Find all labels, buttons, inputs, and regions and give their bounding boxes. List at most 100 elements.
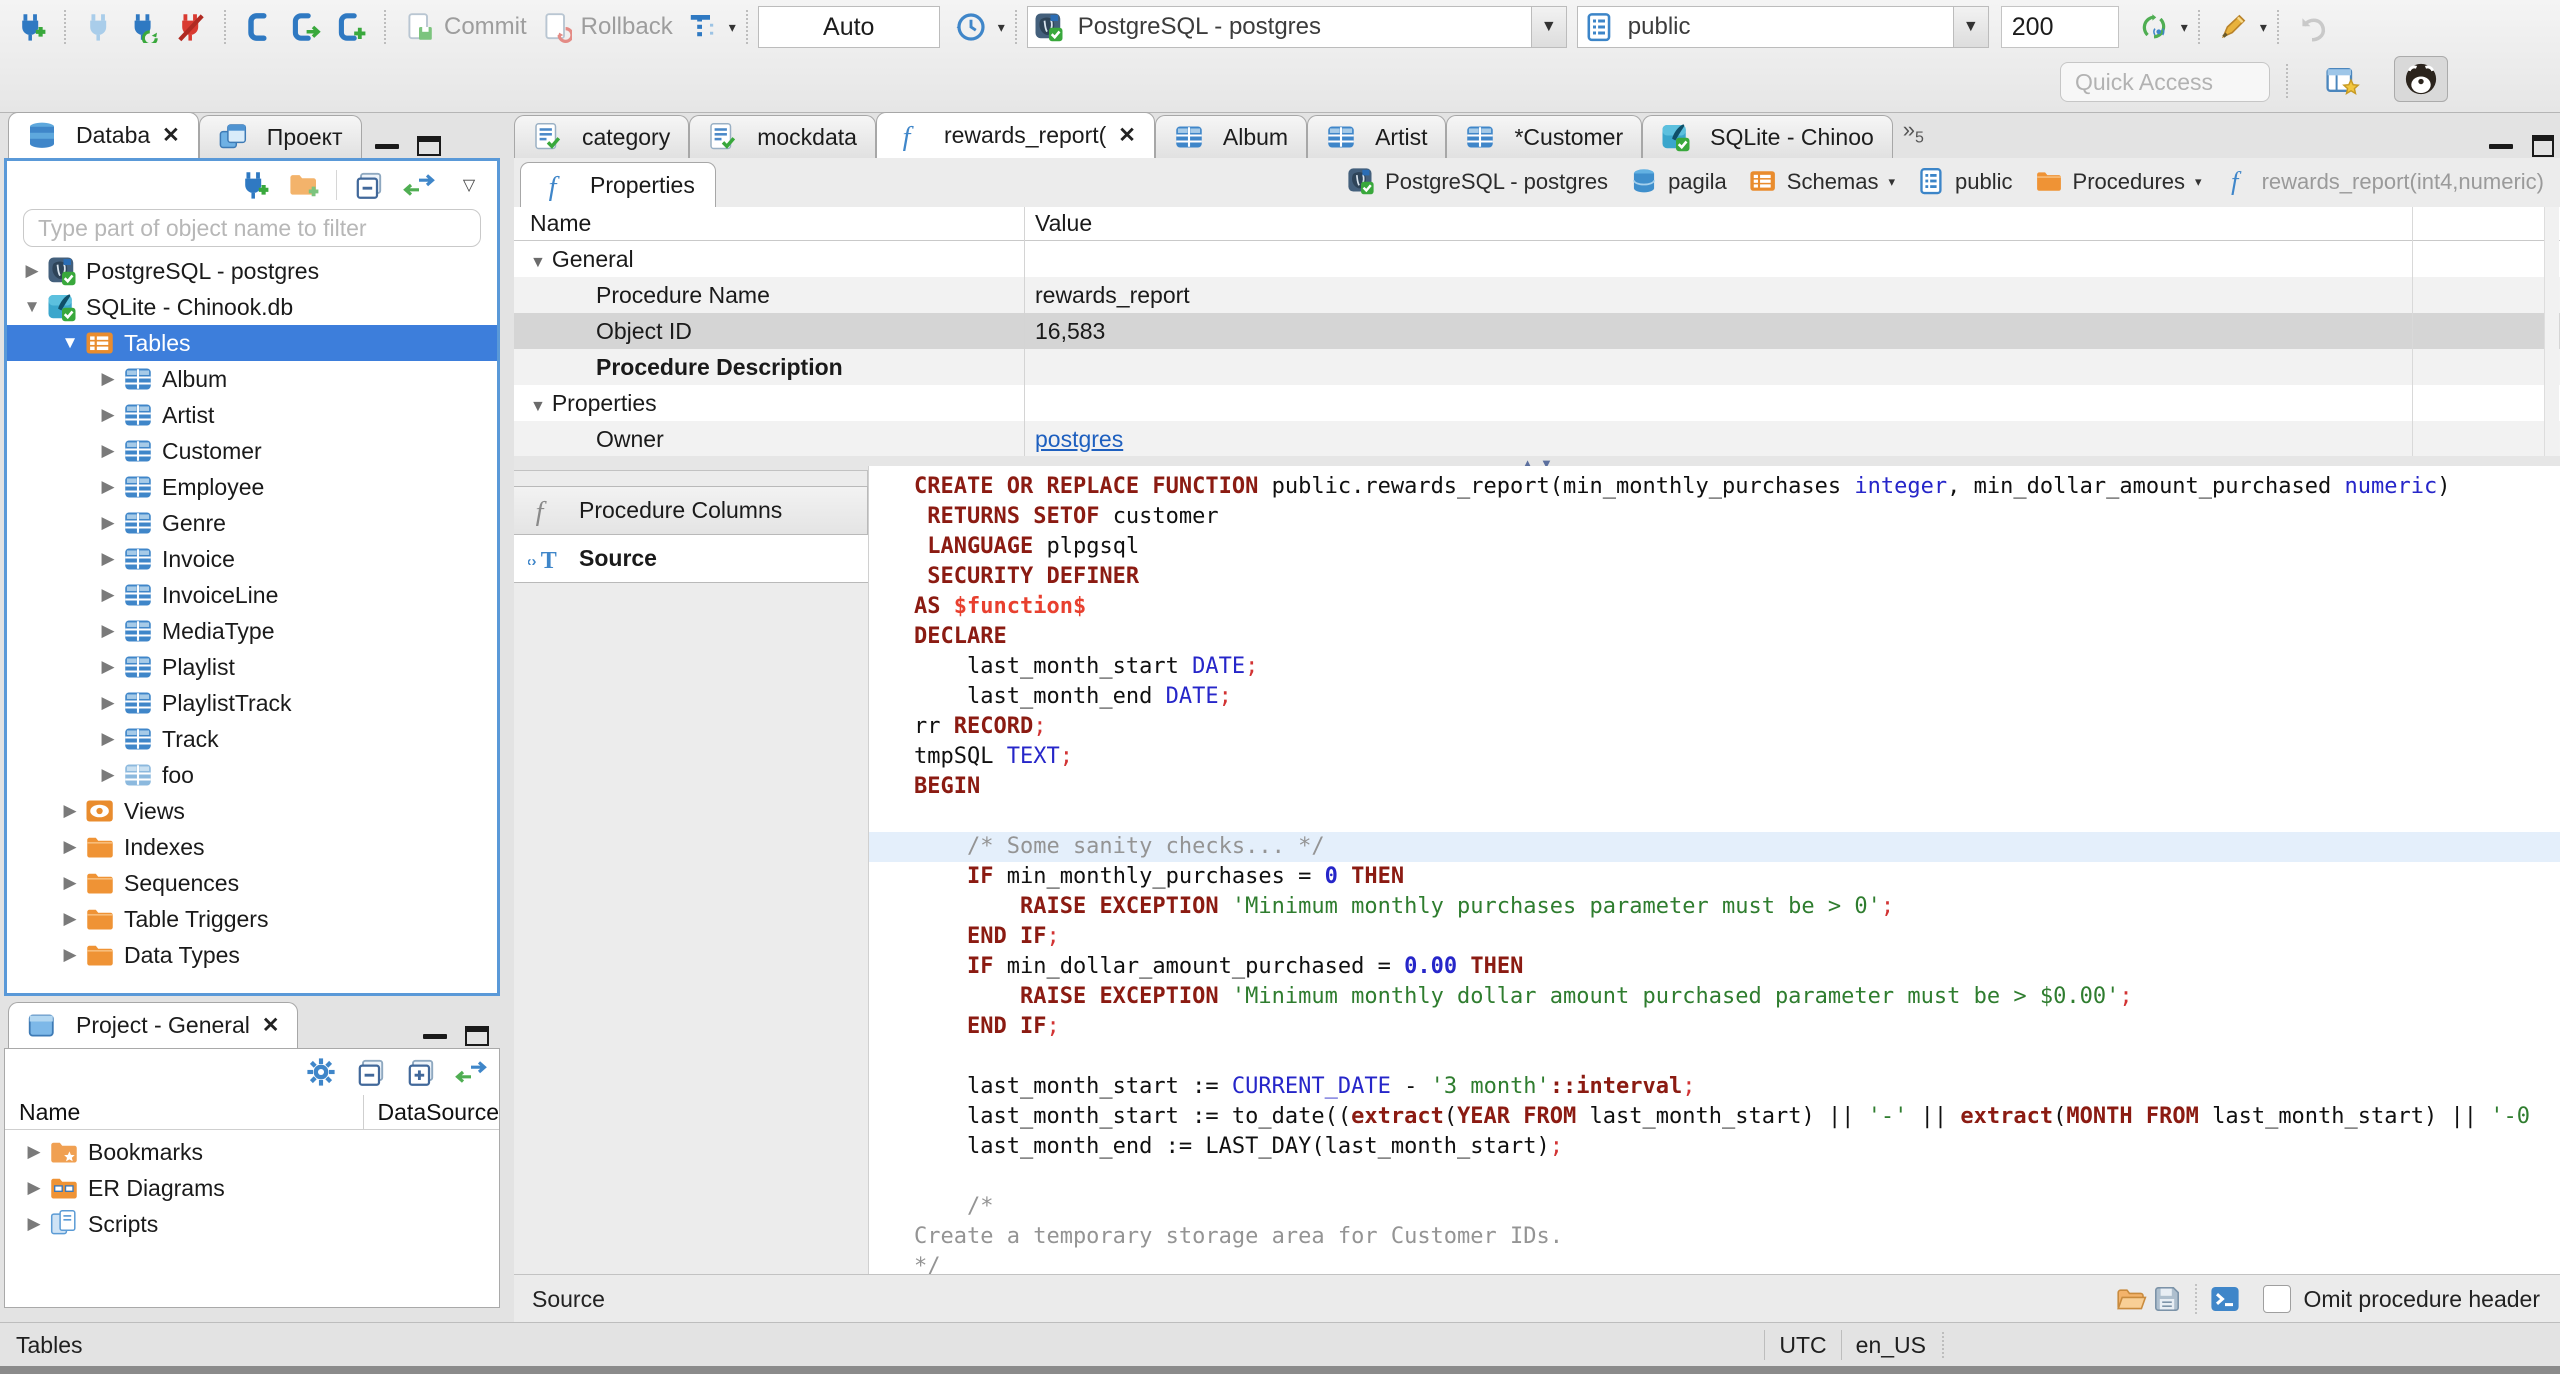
twistie-icon[interactable]: ▶	[55, 801, 85, 821]
schema-dropdown-icon[interactable]: ▼	[1952, 7, 1988, 47]
source-code-editor[interactable]: CREATE OR REPLACE FUNCTION public.reward…	[868, 466, 2560, 1274]
view-menu-icon[interactable]: ▽	[451, 167, 487, 203]
code-line[interactable]: SECURITY DEFINER	[869, 562, 2560, 592]
code-line[interactable]: END IF;	[869, 1012, 2560, 1042]
code-line[interactable]: END IF;	[869, 922, 2560, 952]
schema-combo[interactable]: public ▼	[1576, 6, 1989, 48]
twistie-icon[interactable]: ▶	[19, 1214, 49, 1234]
locale-indicator[interactable]: en_US	[1856, 1332, 1926, 1359]
property-row-general[interactable]: ▼ General	[514, 241, 2560, 277]
editor-tab-album[interactable]: Album	[1154, 115, 1308, 158]
twistie-icon[interactable]: ▼	[530, 254, 546, 271]
tree-item-genre[interactable]: ▶ Genre	[7, 505, 497, 541]
grid-scrollbar[interactable]	[2544, 207, 2559, 456]
editor-tab-artist[interactable]: Artist	[1307, 115, 1447, 158]
twistie-icon[interactable]: ▶	[93, 729, 123, 749]
twistie-icon[interactable]: ▶	[19, 1142, 49, 1162]
connection-combo[interactable]: PostgreSQL - postgres ▼	[1026, 6, 1567, 48]
new-connection-icon[interactable]	[10, 6, 52, 48]
code-line[interactable]: IF min_dollar_amount_purchased = 0.00 TH…	[869, 952, 2560, 982]
close-icon[interactable]: ✕	[262, 1013, 280, 1038]
side-tab-procedure-columns[interactable]: f Procedure Columns	[514, 486, 868, 535]
persist-console-icon[interactable]	[2207, 1281, 2243, 1317]
minimize-icon[interactable]	[2484, 134, 2518, 158]
tree-item-table-triggers[interactable]: ▶ Table Triggers	[7, 901, 497, 937]
pen-mode-dropdown-icon[interactable]: ▾	[2260, 19, 2267, 36]
tree-item-artist[interactable]: ▶ Artist	[7, 397, 497, 433]
editor-tab-rewards-report-[interactable]: f rewards_report(✕	[875, 112, 1155, 158]
editor-tab-category[interactable]: category	[514, 115, 690, 158]
quick-access-box[interactable]: Quick Access	[2060, 62, 2270, 102]
tree-item-views[interactable]: ▶ Views	[7, 793, 497, 829]
twistie-icon[interactable]: ▶	[93, 513, 123, 533]
code-line[interactable]	[869, 802, 2560, 832]
omit-procedure-header-checkbox[interactable]	[2263, 1285, 2292, 1313]
collapse-all-icon[interactable]	[351, 167, 387, 203]
code-line[interactable]: /*	[869, 1192, 2560, 1222]
disconnect-icon[interactable]	[170, 6, 212, 48]
dbeaver-perspective-icon[interactable]	[2394, 56, 2448, 102]
object-filter-input[interactable]	[23, 209, 481, 247]
rollback-icon[interactable]	[535, 6, 577, 48]
collapse-all-icon[interactable]	[353, 1054, 389, 1090]
connection-dropdown-icon[interactable]: ▼	[1530, 7, 1566, 47]
close-icon[interactable]: ✕	[162, 123, 180, 148]
code-line[interactable]: DECLARE	[869, 622, 2560, 652]
tree-item-employee[interactable]: ▶ Employee	[7, 469, 497, 505]
transaction-mode-dropdown-icon[interactable]: ▾	[729, 19, 736, 36]
code-line[interactable]: CREATE OR REPLACE FUNCTION public.reward…	[869, 472, 2560, 502]
tab-projects[interactable]: Проект	[198, 115, 362, 158]
code-line[interactable]: rr RECORD;	[869, 712, 2560, 742]
tree-item-tables[interactable]: ▼ Tables	[7, 325, 497, 361]
gear-icon[interactable]	[303, 1054, 339, 1090]
tree-item-album[interactable]: ▶ Album	[7, 361, 497, 397]
twistie-icon[interactable]: ▶	[93, 585, 123, 605]
tree-item-postgresql-postgres[interactable]: ▶ PostgreSQL - postgres	[7, 253, 497, 289]
code-line[interactable]: IF min_monthly_purchases = 0 THEN	[869, 862, 2560, 892]
code-line[interactable]: last_month_end DATE;	[869, 682, 2560, 712]
expand-all-icon[interactable]	[403, 1054, 439, 1090]
auto-refresh-dropdown-icon[interactable]: ▾	[2181, 19, 2188, 36]
code-line[interactable]: RAISE EXCEPTION 'Minimum monthly dollar …	[869, 982, 2560, 1012]
commit-mode-combo[interactable]: Auto	[757, 6, 940, 48]
twistie-icon[interactable]: ▶	[55, 873, 85, 893]
twistie-icon[interactable]: ▶	[93, 405, 123, 425]
fetch-size-input[interactable]: 200	[2000, 6, 2119, 48]
property-row-owner[interactable]: Owner postgres	[514, 421, 2560, 456]
tree-item-mediatype[interactable]: ▶ MediaType	[7, 613, 497, 649]
column-datasource[interactable]: DataSource	[364, 1099, 499, 1126]
twistie-icon[interactable]: ▶	[93, 477, 123, 497]
project-item-scripts[interactable]: ▶ Scripts	[5, 1206, 499, 1242]
twistie-icon[interactable]: ▶	[55, 945, 85, 965]
property-row-properties[interactable]: ▼ Properties	[514, 385, 2560, 421]
twistie-icon[interactable]: ▶	[93, 693, 123, 713]
twistie-icon[interactable]: ▼	[17, 297, 47, 317]
code-line[interactable]	[869, 1162, 2560, 1192]
chevron-down-icon[interactable]: ▾	[2195, 174, 2202, 190]
tree-item-customer[interactable]: ▶ Customer	[7, 433, 497, 469]
twistie-icon[interactable]: ▶	[93, 369, 123, 389]
code-line[interactable]: last_month_start := to_date((extract(YEA…	[869, 1102, 2560, 1132]
property-row-procedure-description[interactable]: Procedure Description	[514, 349, 2560, 385]
twistie-icon[interactable]: ▶	[55, 909, 85, 929]
code-line[interactable]	[869, 1042, 2560, 1072]
editor-tab-mockdata[interactable]: mockdata	[689, 115, 876, 158]
breadcrumb-item-schemas[interactable]: Schemas ▾	[1741, 167, 1903, 197]
open-file-icon[interactable]	[2113, 1281, 2149, 1317]
commit-icon[interactable]	[398, 6, 440, 48]
twistie-icon[interactable]: ▶	[93, 657, 123, 677]
tree-item-invoiceline[interactable]: ▶ InvoiceLine	[7, 577, 497, 613]
transaction-log-dropdown-icon[interactable]: ▾	[998, 19, 1005, 36]
twistie-icon[interactable]: ▼	[55, 333, 85, 353]
code-line[interactable]: BEGIN	[869, 772, 2560, 802]
save-file-icon[interactable]	[2149, 1281, 2185, 1317]
twistie-icon[interactable]: ▶	[93, 621, 123, 641]
tab-overflow-chevron[interactable]: »5	[1903, 117, 1924, 147]
twistie-icon[interactable]: ▶	[19, 1178, 49, 1198]
project-item-bookmarks[interactable]: ▶ Bookmarks	[5, 1134, 499, 1170]
link-with-editor-icon[interactable]	[453, 1054, 489, 1090]
breadcrumb-item-public[interactable]: public	[1909, 167, 2020, 197]
tree-item-playlisttrack[interactable]: ▶ PlaylistTrack	[7, 685, 497, 721]
minimize-icon[interactable]	[418, 1024, 452, 1048]
tree-item-data-types[interactable]: ▶ Data Types	[7, 937, 497, 973]
